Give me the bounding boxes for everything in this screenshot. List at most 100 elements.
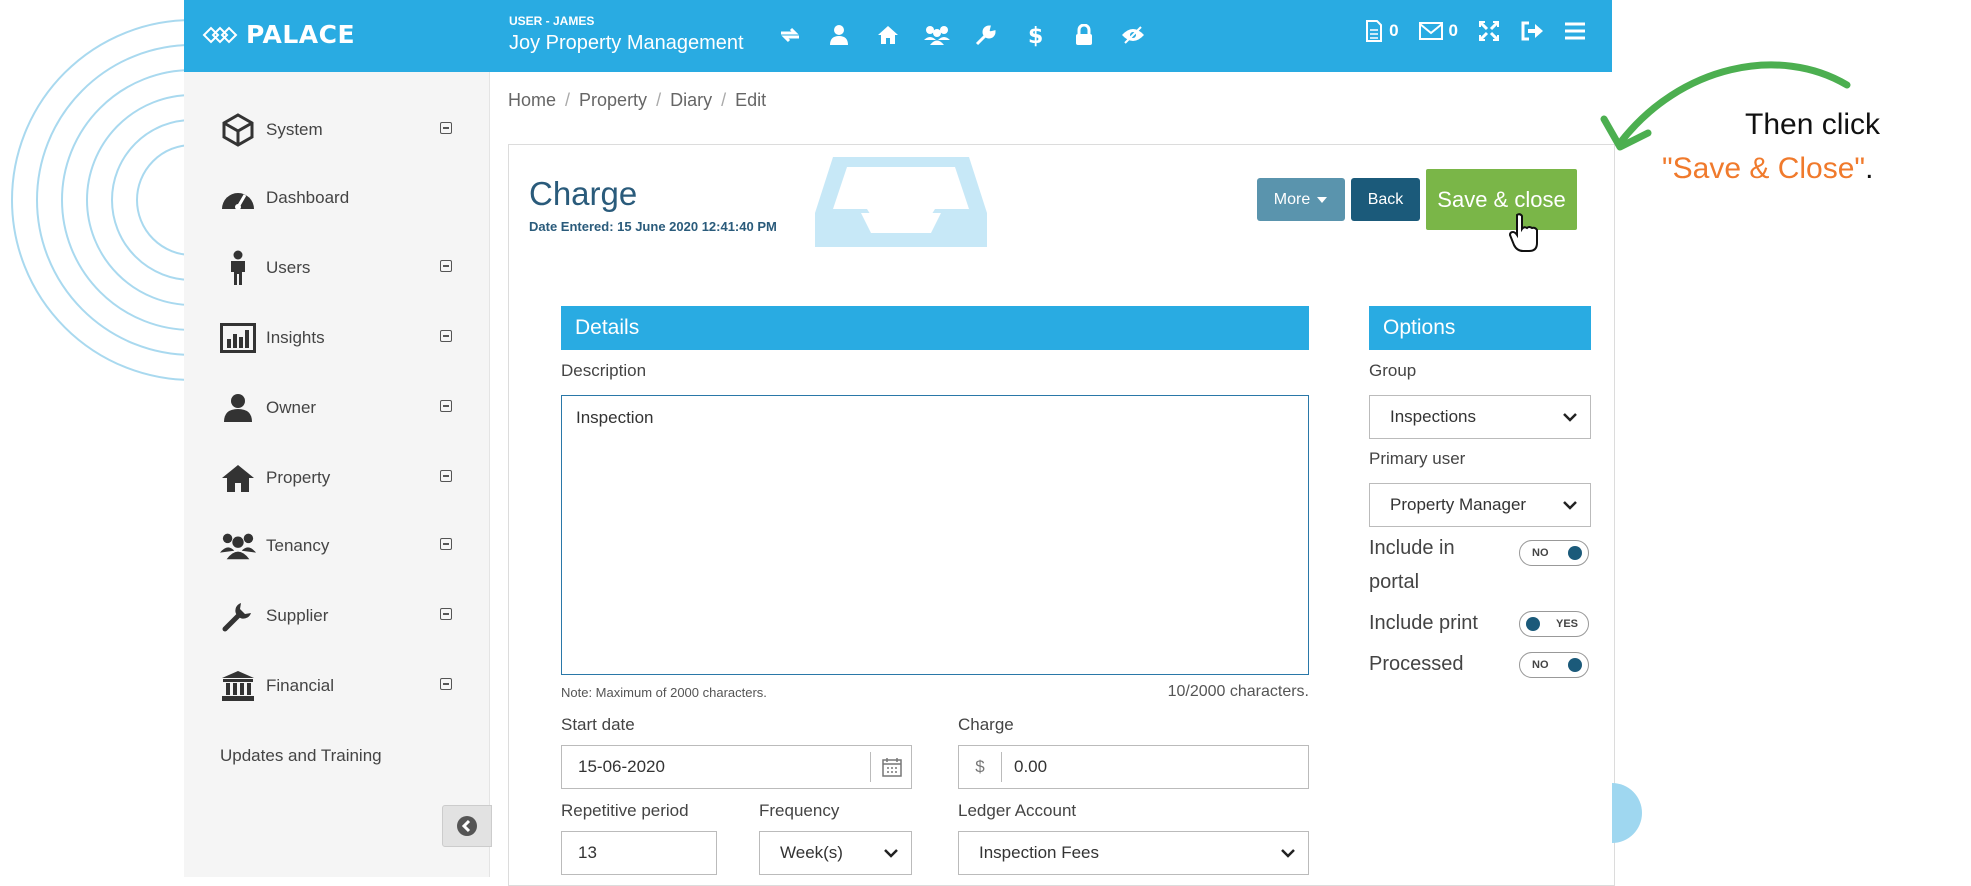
app-window: PALACE USER - JAMES Joy Property Managem… <box>184 0 1615 886</box>
calendar-icon <box>882 758 902 777</box>
include-print-toggle[interactable]: YES <box>1519 611 1589 637</box>
breadcrumb-home[interactable]: Home <box>508 90 556 110</box>
frequency-select[interactable]: Week(s) <box>759 831 912 875</box>
character-count: 10/2000 characters. <box>1167 683 1309 700</box>
logo[interactable]: PALACE <box>202 20 355 49</box>
description-label: Description <box>561 361 647 380</box>
sidebar-item-label: Property <box>266 468 331 487</box>
lock-icon[interactable] <box>1071 22 1097 48</box>
expand-icon[interactable] <box>440 122 452 134</box>
chevron-down-icon <box>884 849 898 858</box>
back-button[interactable]: Back <box>1351 178 1420 221</box>
start-date-label: Start date <box>561 715 635 734</box>
toggle-state: NO <box>1532 547 1549 559</box>
updates-and-training-link[interactable]: Updates and Training <box>220 746 382 766</box>
decorative-circle <box>1612 783 1642 843</box>
expand-icon[interactable] <box>440 470 452 482</box>
toggle-knob <box>1568 546 1582 560</box>
menu-icon[interactable] <box>1564 21 1586 41</box>
expand-icon[interactable] <box>440 400 452 412</box>
bank-icon <box>220 668 256 704</box>
document-icon <box>1366 20 1383 42</box>
sidebar-item-tenancy[interactable]: Tenancy <box>220 526 460 566</box>
sidebar: System Dashboard Users Insights Owner Pr… <box>184 72 492 877</box>
logout-icon[interactable] <box>1520 21 1544 41</box>
breadcrumb-property[interactable]: Property <box>579 90 647 110</box>
calendar-button[interactable] <box>870 752 913 782</box>
documents-button[interactable]: 0 <box>1365 20 1399 42</box>
primary-user-select[interactable]: Property Manager <box>1369 483 1591 527</box>
ledger-account-value: Inspection Fees <box>979 843 1100 862</box>
ledger-account-select[interactable]: Inspection Fees <box>958 831 1309 875</box>
expand-icon[interactable] <box>440 608 452 620</box>
start-date-field[interactable]: 15-06-2020 <box>561 745 912 789</box>
more-button-label: More <box>1273 190 1311 208</box>
frequency-value: Week(s) <box>780 843 843 862</box>
arrow-left-circle-icon <box>457 816 477 836</box>
details-header: Details <box>561 306 1309 350</box>
messages-button[interactable]: 0 <box>1418 21 1458 41</box>
breadcrumb-diary[interactable]: Diary <box>670 90 712 110</box>
sidebar-item-dashboard[interactable]: Dashboard <box>220 178 460 218</box>
logo-text: PALACE <box>246 20 356 49</box>
save-and-close-button[interactable]: Save & close <box>1426 169 1577 230</box>
top-bar: PALACE USER - JAMES Joy Property Managem… <box>184 0 1612 72</box>
breadcrumb-edit: Edit <box>735 90 767 110</box>
annotation-line-2: "Save & Close". <box>1662 152 1873 186</box>
fullscreen-icon[interactable] <box>1478 20 1500 42</box>
description-textarea[interactable]: Inspection <box>561 395 1309 675</box>
wrench-icon[interactable] <box>973 22 999 48</box>
user-male-icon <box>220 250 256 286</box>
charge-value: 0.00 <box>1014 757 1048 776</box>
collapse-sidebar-button[interactable] <box>442 805 492 847</box>
user-info: USER - JAMES Joy Property Management <box>509 14 744 55</box>
sidebar-item-label: Users <box>266 258 311 277</box>
sidebar-item-supplier[interactable]: Supplier <box>220 596 460 636</box>
bar-chart-icon <box>220 320 256 356</box>
sidebar-item-users[interactable]: Users <box>220 248 460 288</box>
include-in-portal-line1: Include in <box>1369 537 1455 559</box>
sync-icon[interactable] <box>777 22 803 48</box>
date-entered: Date Entered: 15 June 2020 12:41:40 PM <box>529 219 777 234</box>
options-header: Options <box>1369 306 1591 350</box>
wrench-icon <box>220 598 256 634</box>
sidebar-item-label: Supplier <box>266 606 329 625</box>
hand-cursor-icon <box>1509 213 1538 252</box>
cube-icon <box>220 112 256 148</box>
sidebar-item-financial[interactable]: Financial <box>220 666 460 706</box>
include-in-portal-label: Include in portal <box>1369 531 1455 599</box>
messages-count: 0 <box>1448 21 1458 40</box>
group-select[interactable]: Inspections <box>1369 395 1591 439</box>
sidebar-item-owner[interactable]: Owner <box>220 388 460 428</box>
toggle-state: YES <box>1555 618 1578 630</box>
home-icon <box>220 460 256 496</box>
chevron-down-icon <box>1563 501 1577 510</box>
expand-icon[interactable] <box>440 260 452 272</box>
sidebar-item-system[interactable]: System <box>220 110 460 150</box>
expand-icon[interactable] <box>440 330 452 342</box>
start-date-value: 15-06-2020 <box>578 757 665 776</box>
sidebar-item-label: Owner <box>266 398 317 417</box>
home-icon[interactable] <box>875 22 901 48</box>
processed-toggle[interactable]: NO <box>1519 652 1589 678</box>
more-button[interactable]: More <box>1257 178 1345 221</box>
include-in-portal-toggle[interactable]: NO <box>1519 540 1589 566</box>
eye-slash-icon[interactable] <box>1120 22 1146 48</box>
chevron-down-icon <box>1563 413 1577 422</box>
user-icon[interactable] <box>826 22 852 48</box>
charge-panel: Charge Date Entered: 15 June 2020 12:41:… <box>508 144 1615 886</box>
repetitive-period-field[interactable]: 13 <box>561 831 717 875</box>
sidebar-item-property[interactable]: Property <box>220 458 460 498</box>
svg-text:$: $ <box>1028 24 1043 47</box>
group-icon[interactable] <box>924 22 950 48</box>
dollar-icon[interactable]: $ <box>1022 22 1048 48</box>
user-icon <box>220 390 256 426</box>
charge-field[interactable]: $ 0.00 <box>958 745 1309 789</box>
expand-icon[interactable] <box>440 678 452 690</box>
documents-count: 0 <box>1389 21 1399 40</box>
ledger-account-label: Ledger Account <box>958 801 1077 820</box>
max-characters-note: Note: Maximum of 2000 characters. <box>561 685 767 700</box>
expand-icon[interactable] <box>440 538 452 550</box>
sidebar-item-insights[interactable]: Insights <box>220 318 460 358</box>
include-print-label: Include print <box>1369 612 1478 634</box>
